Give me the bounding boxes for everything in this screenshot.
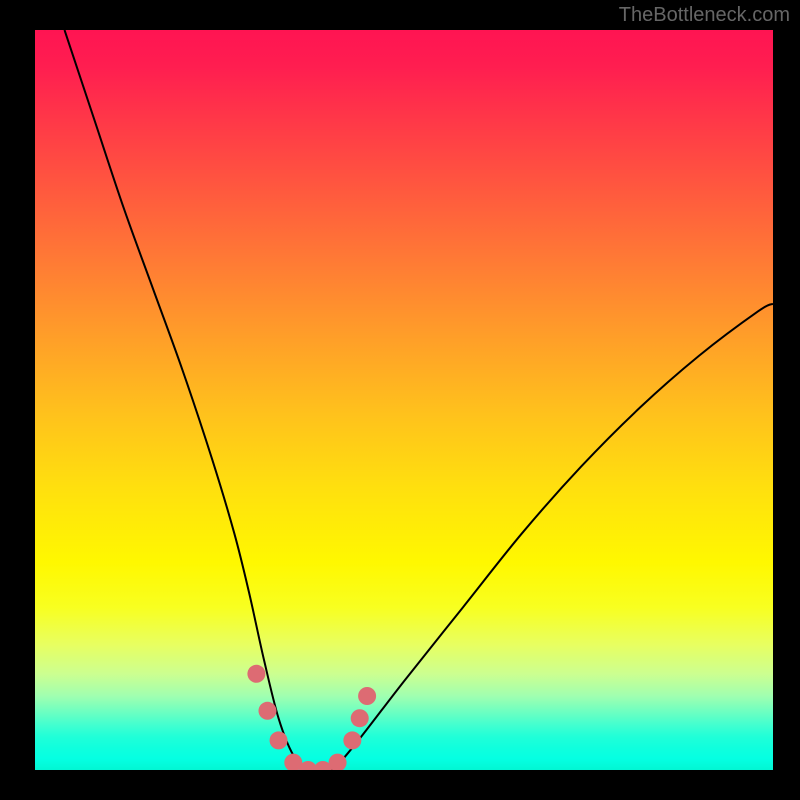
- bottleneck-curve: [65, 30, 773, 770]
- highlight-markers: [247, 665, 376, 770]
- marker-dot: [258, 702, 276, 720]
- marker-dot: [270, 731, 288, 749]
- marker-dot: [247, 665, 265, 683]
- marker-dot: [358, 687, 376, 705]
- marker-dot: [343, 731, 361, 749]
- plot-area: [35, 30, 773, 770]
- marker-dot: [351, 709, 369, 727]
- marker-dot: [329, 754, 347, 770]
- watermark-text: TheBottleneck.com: [619, 4, 790, 27]
- chart-svg: [35, 30, 773, 770]
